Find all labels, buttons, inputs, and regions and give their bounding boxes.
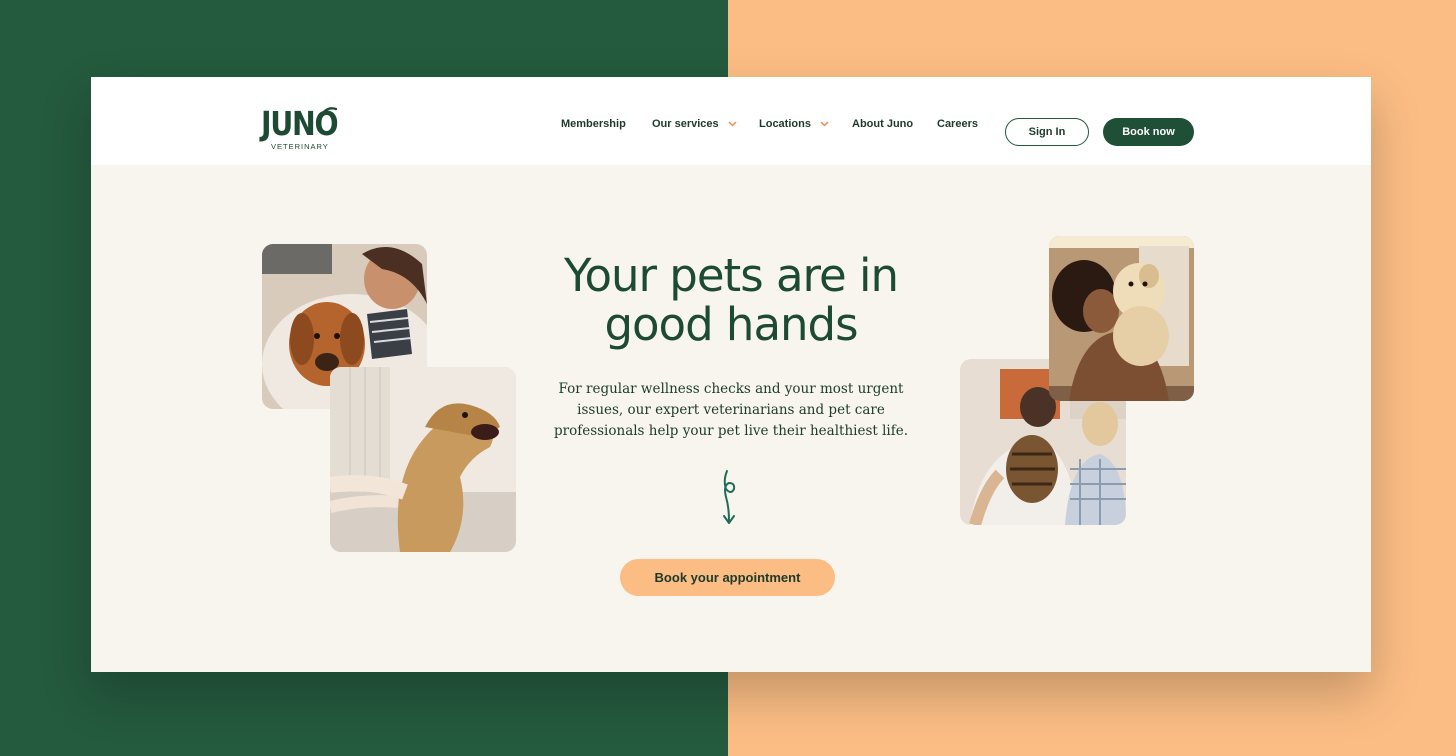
website-page: JUNO VETERINARY Membership Our services … [91,77,1371,672]
squiggle-arrow-icon [723,470,736,524]
golden-retriever-photo [330,367,516,552]
nav-item-label: Locations [759,118,811,130]
nav-item-label: Careers [937,118,978,130]
book-now-button[interactable]: Book now [1103,118,1194,146]
logo-mark-icon [317,107,338,121]
navbar: JUNO VETERINARY Membership Our services … [91,77,1371,165]
nav-item-label: Our services [652,118,719,130]
logo-subtitle: VETERINARY [271,142,329,151]
nav-item-locations[interactable]: Locations [759,118,829,130]
chevron-down-icon [728,121,737,127]
book-appointment-button[interactable]: Book your appointment [620,559,835,596]
nav-item-label: About Juno [852,118,914,130]
chevron-down-icon [820,121,829,127]
hero-headline: Your pets are in good hands [563,249,899,351]
nav-item-careers[interactable]: Careers [937,118,978,130]
nav-item-about-juno[interactable]: About Juno [852,118,913,130]
woman-holding-dog-photo [1049,236,1194,401]
juno-logo[interactable]: JUNO VETERINARY [261,107,350,151]
nav-item-membership[interactable]: Membership [561,118,626,130]
hero-subtext: For regular wellness checks and your mos… [553,381,908,439]
sign-in-button[interactable]: Sign In [1005,118,1089,146]
nav-item-label: Membership [561,118,626,130]
nav-item-our-services[interactable]: Our services [652,118,737,130]
